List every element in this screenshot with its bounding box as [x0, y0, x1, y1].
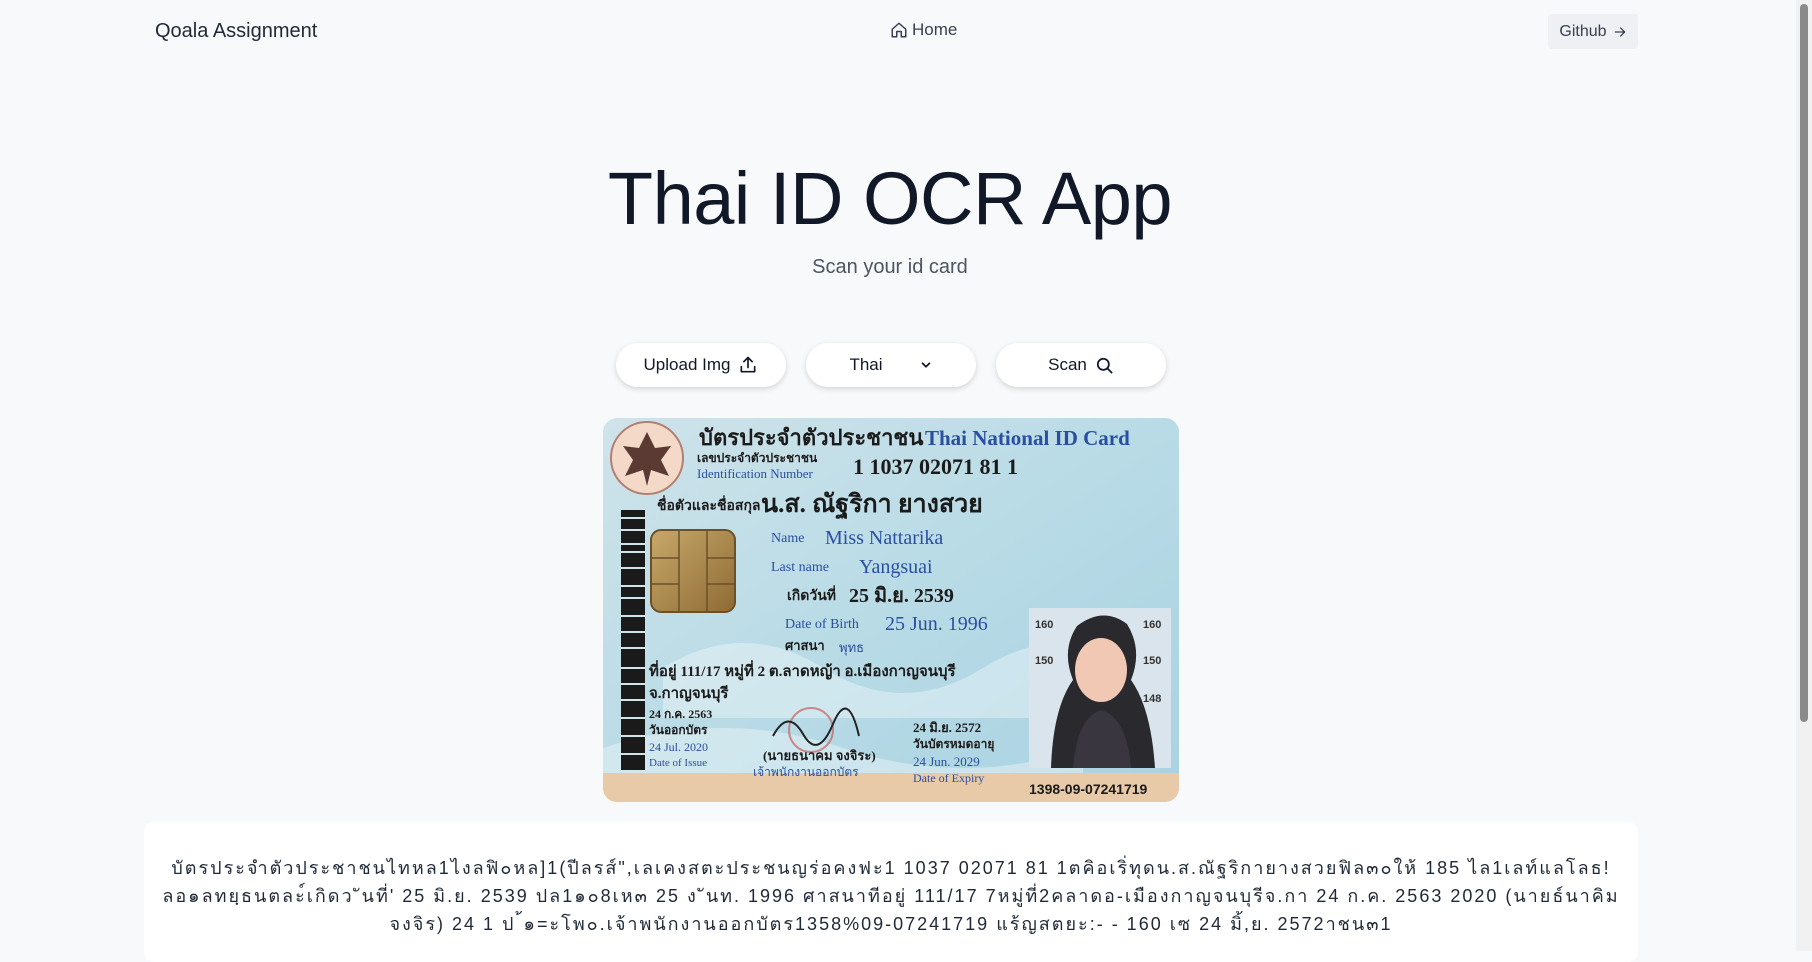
- last-name-label: Last name: [771, 560, 829, 575]
- home-link[interactable]: Home: [890, 20, 957, 40]
- id-card-preview: บัตรประจำตัวประชาชน Thai National ID Car…: [603, 418, 1179, 802]
- scan-label: Scan: [1048, 355, 1087, 374]
- chevron-down-icon: [919, 358, 933, 372]
- card-barcode: [621, 510, 645, 770]
- name-label: Name: [771, 531, 804, 546]
- ocr-result-panel: บัตรประจำตัวประชาชนไทหล1ไงลฟิ๐หล]1(ปีลรส…: [144, 822, 1638, 962]
- card-title-th: บัตรประจำตัวประชาชน: [699, 425, 923, 450]
- upload-icon: [738, 355, 758, 375]
- card-holder-photo: 160 160 150 150 148: [1029, 608, 1171, 768]
- expiry-label-en: Date of Expiry: [913, 771, 984, 785]
- dob-th: 25 มิ.ย. 2539: [849, 585, 954, 607]
- dob-en: 25 Jun. 1996: [885, 613, 988, 635]
- issue-date-en: 24 Jul. 2020: [649, 740, 708, 754]
- arrow-right-icon: [1613, 25, 1627, 39]
- page-title: Thai ID OCR App: [607, 157, 1173, 240]
- upload-label: Upload Img: [643, 355, 731, 374]
- scan-button[interactable]: Scan: [996, 343, 1166, 387]
- height-mark: 148: [1143, 693, 1161, 705]
- id-label-th: เลขประจำตัวประชาชน: [697, 451, 818, 465]
- religion-label: ศาสนา: [785, 638, 825, 653]
- search-icon: [1095, 356, 1114, 375]
- brand-name[interactable]: Qoala Assignment: [155, 20, 317, 43]
- address-line-1: ที่อยู่ 111/17 หมู่ที่ 2 ต.ลาดหญ้า อ.เมื…: [649, 660, 957, 681]
- height-mark: 150: [1035, 655, 1053, 667]
- page-subtitle: Scan your id card: [812, 256, 968, 278]
- issue-label-th: วันออกบัตร: [649, 723, 708, 737]
- github-label: Github: [1559, 22, 1607, 40]
- garuda-emblem: [610, 421, 684, 495]
- page-scrollbar[interactable]: [1796, 0, 1812, 951]
- last-name-en: Yangsuai: [859, 556, 933, 578]
- officer-title: เจ้าพนักงานออกบัตร: [753, 765, 859, 779]
- github-button[interactable]: Github: [1548, 14, 1638, 49]
- language-select[interactable]: Thai: [806, 343, 976, 387]
- height-mark: 160: [1143, 619, 1161, 631]
- name-en: Miss Nattarika: [825, 527, 943, 549]
- id-number: 1 1037 02071 81 1: [853, 454, 1018, 479]
- scrollbar-thumb[interactable]: [1800, 4, 1808, 722]
- upload-image-button[interactable]: Upload Img: [616, 343, 786, 387]
- card-serial: 1398-09-07241719: [1029, 781, 1148, 797]
- issue-date-th: 24 ก.ค. 2563: [649, 707, 712, 721]
- ocr-result-text: บัตรประจำตัวประชาชนไทหล1ไงลฟิ๐หล]1(ปีลรส…: [162, 858, 1620, 934]
- officer-name: (นายธนาคม จงจิระ): [763, 748, 876, 763]
- expiry-label-th: วันบัตรหมดอายุ: [913, 737, 994, 752]
- expiry-date-en: 24 Jun. 2029: [913, 754, 980, 769]
- dob-label-en: Date of Birth: [785, 617, 859, 632]
- height-mark: 160: [1035, 619, 1053, 631]
- language-value: Thai: [849, 355, 883, 374]
- home-label: Home: [912, 20, 958, 39]
- expiry-date-th: 24 มิ.ย. 2572: [913, 720, 981, 735]
- height-mark: 150: [1143, 655, 1161, 667]
- address-line-2: จ.กาญจนบุรี: [649, 685, 729, 703]
- issue-label-en: Date of Issue: [649, 757, 707, 769]
- card-chip: [650, 529, 736, 613]
- card-title-en: Thai National ID Card: [925, 426, 1130, 450]
- name-th: น.ส. ณัฐริกา ยางสวย: [761, 491, 983, 520]
- religion: พุทธ: [839, 640, 864, 656]
- id-label-en: Identification Number: [697, 466, 814, 481]
- top-navbar: Qoala Assignment Home Github: [0, 0, 1796, 64]
- home-icon: [890, 21, 908, 39]
